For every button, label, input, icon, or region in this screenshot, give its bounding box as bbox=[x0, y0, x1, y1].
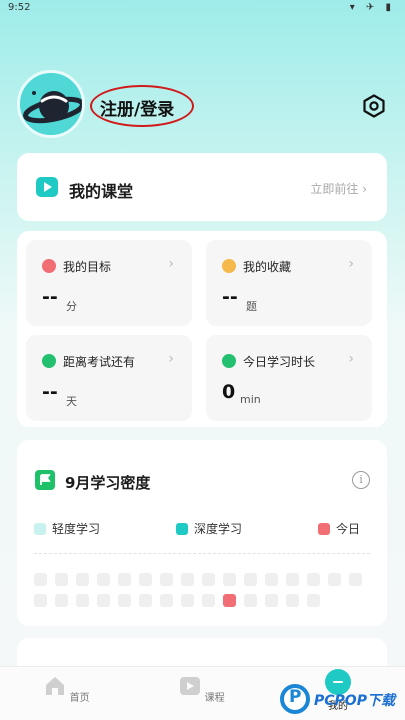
density-cell bbox=[160, 573, 173, 586]
density-cell bbox=[160, 594, 173, 607]
dashed-divider bbox=[34, 553, 370, 554]
target-icon bbox=[42, 259, 56, 273]
density-cell bbox=[265, 594, 278, 607]
stat-exam-label: 距离考试还有 bbox=[63, 355, 136, 369]
settings-icon[interactable] bbox=[362, 94, 386, 118]
density-title: 9月学习密度 bbox=[65, 474, 151, 492]
stat-study-time[interactable]: 今日学习时长 › 0 min bbox=[206, 335, 372, 421]
density-cell bbox=[328, 573, 341, 586]
density-cell bbox=[118, 573, 131, 586]
legend-light: 轻度学习 bbox=[34, 520, 100, 537]
stat-favorites-label: 我的收藏 bbox=[243, 260, 292, 274]
legend-today-label: 今日 bbox=[336, 522, 361, 536]
density-cell bbox=[76, 594, 89, 607]
legend-light-label: 轻度学习 bbox=[52, 522, 101, 536]
course-play-icon bbox=[180, 677, 201, 695]
chevron-right-icon: › bbox=[168, 351, 174, 367]
density-cell bbox=[181, 573, 194, 586]
study-density-card: 9月学习密度 i 轻度学习 深度学习 今日 bbox=[17, 440, 387, 626]
density-cell bbox=[34, 594, 47, 607]
stat-goal-value: -- bbox=[42, 286, 58, 308]
star-icon bbox=[222, 259, 236, 273]
legend-today-swatch bbox=[318, 523, 330, 535]
density-cell bbox=[265, 573, 278, 586]
legend-today: 今日 bbox=[318, 520, 360, 537]
my-course-card[interactable]: 我的课堂 立即前往 › bbox=[17, 153, 387, 221]
pcpop-logo-icon bbox=[280, 684, 310, 714]
pcpop-watermark: PCPOP下载 bbox=[280, 684, 405, 718]
my-course-title: 我的课堂 bbox=[69, 182, 134, 201]
density-cell bbox=[244, 573, 257, 586]
home-icon bbox=[46, 677, 65, 695]
density-cell bbox=[76, 573, 89, 586]
density-cell bbox=[55, 573, 68, 586]
planet-icon bbox=[20, 73, 82, 135]
avatar[interactable] bbox=[17, 70, 85, 138]
status-time: 9:52 bbox=[8, 2, 31, 13]
density-cell bbox=[286, 573, 299, 586]
density-cell bbox=[202, 573, 215, 586]
density-cell-today bbox=[223, 594, 236, 607]
stat-favorites-unit: 题 bbox=[246, 300, 257, 313]
annotation-circle bbox=[90, 85, 194, 127]
stat-exam-countdown[interactable]: 距离考试还有 › -- 天 bbox=[26, 335, 192, 421]
stat-favorites[interactable]: 我的收藏 › -- 题 bbox=[206, 240, 372, 326]
density-cell bbox=[181, 594, 194, 607]
density-cell bbox=[139, 573, 152, 586]
stat-study-label: 今日学习时长 bbox=[243, 355, 316, 369]
legend-deep-swatch bbox=[176, 523, 188, 535]
status-icons: ▾ ✈ ▮ bbox=[349, 2, 395, 13]
chevron-right-icon: › bbox=[348, 351, 354, 367]
legend-deep-label: 深度学习 bbox=[194, 522, 243, 536]
info-icon[interactable]: i bbox=[352, 471, 370, 489]
stat-goal-label: 我的目标 bbox=[63, 260, 112, 274]
stat-goal[interactable]: 我的目标 › -- 分 bbox=[26, 240, 192, 326]
density-cell bbox=[244, 594, 257, 607]
density-cell bbox=[55, 594, 68, 607]
flag-icon bbox=[35, 470, 55, 490]
density-cell bbox=[349, 573, 362, 586]
nav-courses-label: 课程 bbox=[204, 693, 225, 704]
density-cell bbox=[202, 594, 215, 607]
go-now-link[interactable]: 立即前往 › bbox=[310, 180, 367, 197]
chevron-right-icon: › bbox=[168, 256, 174, 272]
density-cell bbox=[139, 594, 152, 607]
stat-favorites-value: -- bbox=[222, 286, 238, 308]
stat-study-unit: min bbox=[240, 393, 261, 406]
density-cell bbox=[97, 594, 110, 607]
stat-goal-unit: 分 bbox=[66, 300, 77, 313]
density-cell bbox=[223, 573, 236, 586]
density-cell bbox=[286, 594, 299, 607]
play-icon bbox=[36, 177, 58, 197]
pencil-icon bbox=[222, 354, 236, 368]
density-cell bbox=[307, 573, 320, 586]
stat-exam-value: -- bbox=[42, 381, 58, 403]
watermark-text: PCPOP下载 bbox=[314, 693, 395, 709]
status-bar: 9:52 ▾ ✈ ▮ bbox=[0, 0, 405, 18]
nav-courses[interactable]: 课程 bbox=[172, 675, 232, 704]
density-cell bbox=[97, 573, 110, 586]
density-cell bbox=[34, 573, 47, 586]
density-cell bbox=[307, 594, 320, 607]
legend-light-swatch bbox=[34, 523, 46, 535]
nav-home-label: 首页 bbox=[69, 693, 90, 704]
legend-deep: 深度学习 bbox=[176, 520, 242, 537]
nav-home[interactable]: 首页 bbox=[37, 675, 97, 704]
stat-study-value: 0 bbox=[222, 381, 236, 403]
density-cell bbox=[118, 594, 131, 607]
clock-icon bbox=[42, 354, 56, 368]
stat-exam-unit: 天 bbox=[66, 395, 77, 408]
chevron-right-icon: › bbox=[348, 256, 354, 272]
stats-panel: 我的目标 › -- 分 我的收藏 › -- 题 距离考试还有 › -- 天 今日… bbox=[17, 231, 387, 427]
